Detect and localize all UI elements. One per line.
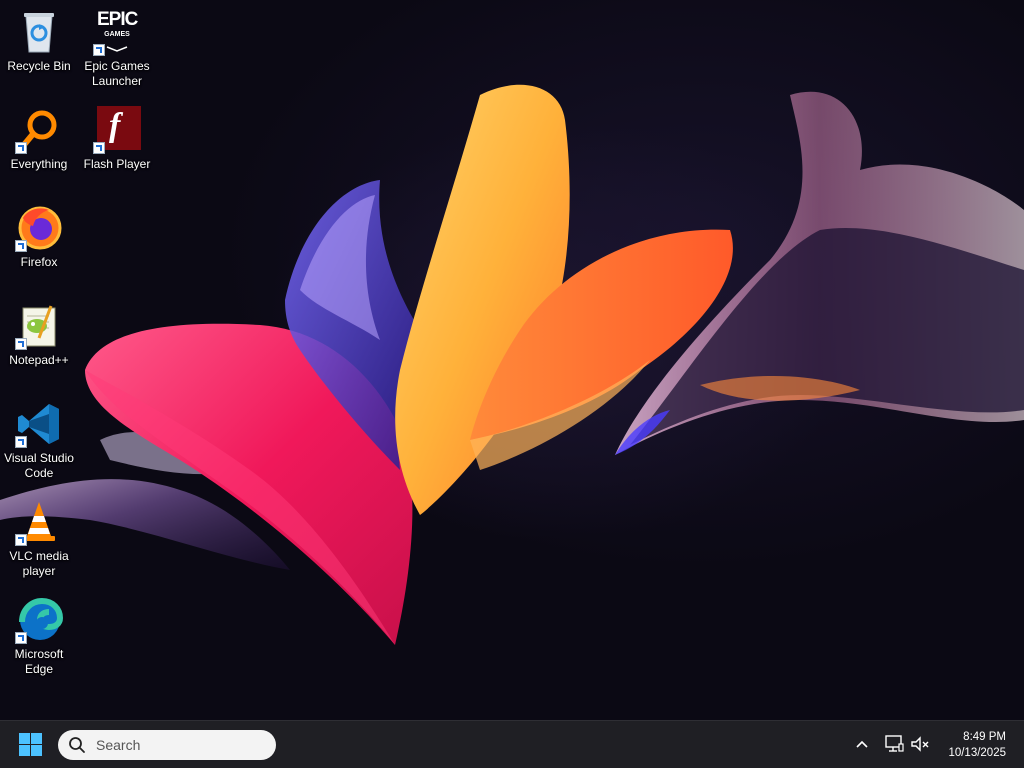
taskbar-clock[interactable]: 8:49 PM 10/13/2025 — [930, 729, 1006, 761]
desktop-icon-label: Recycle Bin — [7, 59, 71, 73]
network-icon[interactable] — [883, 733, 905, 755]
shortcut-arrow-icon — [15, 632, 27, 644]
chevron-up-icon[interactable] — [851, 733, 873, 755]
firefox-icon — [15, 204, 63, 252]
epic-games-icon: EPIC GAMES — [93, 8, 141, 56]
desktop-icon-label: Epic Games Launcher — [84, 59, 150, 88]
desktop-icon-everything[interactable]: Everything — [0, 98, 78, 192]
desktop-icon-vlc[interactable]: VLC media player — [0, 490, 78, 584]
desktop-icon-firefox[interactable]: Firefox — [0, 196, 78, 290]
windows-start-icon[interactable] — [16, 731, 46, 759]
shortcut-arrow-icon — [15, 142, 27, 154]
shortcut-arrow-icon — [15, 436, 27, 448]
edge-icon — [15, 596, 64, 644]
shortcut-arrow-icon — [93, 142, 105, 154]
desktop-icon-vscode[interactable]: Visual Studio Code — [0, 392, 78, 486]
shortcut-arrow-icon — [93, 44, 105, 56]
desktop-icon-flash-player[interactable]: f Flash Player — [78, 98, 156, 192]
everything-search-icon — [15, 106, 63, 154]
desktop-icon-label: Microsoft Edge — [14, 647, 64, 676]
desktop-icon-label: Firefox — [20, 255, 58, 269]
shortcut-arrow-icon — [15, 240, 27, 252]
desktop-icon-edge[interactable]: Microsoft Edge — [0, 588, 78, 682]
desktop-icon-label: Notepad++ — [9, 353, 69, 367]
epic-logo-text: EPIC — [97, 9, 138, 30]
vlc-icon — [15, 498, 63, 546]
desktop[interactable]: Recycle Bin EPIC GAMES Epic Games Launch… — [0, 0, 1024, 720]
desktop-icon-label: Visual Studio Code — [4, 451, 74, 480]
flash-logo-text: f — [109, 107, 121, 144]
recycle-bin-icon — [15, 8, 63, 56]
clock-time: 8:49 PM — [963, 731, 1006, 743]
clock-date: 10/13/2025 — [948, 747, 1006, 759]
taskbar: 8:49 PM 10/13/2025 — [0, 720, 1024, 768]
vscode-icon — [15, 400, 63, 448]
desktop-icon-label: VLC media player — [9, 549, 69, 578]
taskbar-search-box[interactable] — [58, 730, 276, 760]
shortcut-arrow-icon — [15, 338, 27, 350]
notepadpp-icon — [15, 302, 63, 350]
search-icon — [69, 737, 85, 753]
flash-player-icon: f — [93, 106, 141, 154]
desktop-icon-label: Flash Player — [83, 157, 151, 171]
volume-muted-icon[interactable] — [909, 733, 931, 755]
desktop-icon-epic-games[interactable]: EPIC GAMES Epic Games Launcher — [78, 0, 156, 94]
epic-logo-subtext: GAMES — [104, 31, 130, 38]
desktop-icon-notepadpp[interactable]: Notepad++ — [0, 294, 78, 388]
desktop-icon-recycle-bin[interactable]: Recycle Bin — [0, 0, 78, 94]
shortcut-arrow-icon — [15, 534, 27, 546]
search-input[interactable] — [94, 736, 268, 754]
desktop-icon-label: Everything — [10, 157, 68, 171]
